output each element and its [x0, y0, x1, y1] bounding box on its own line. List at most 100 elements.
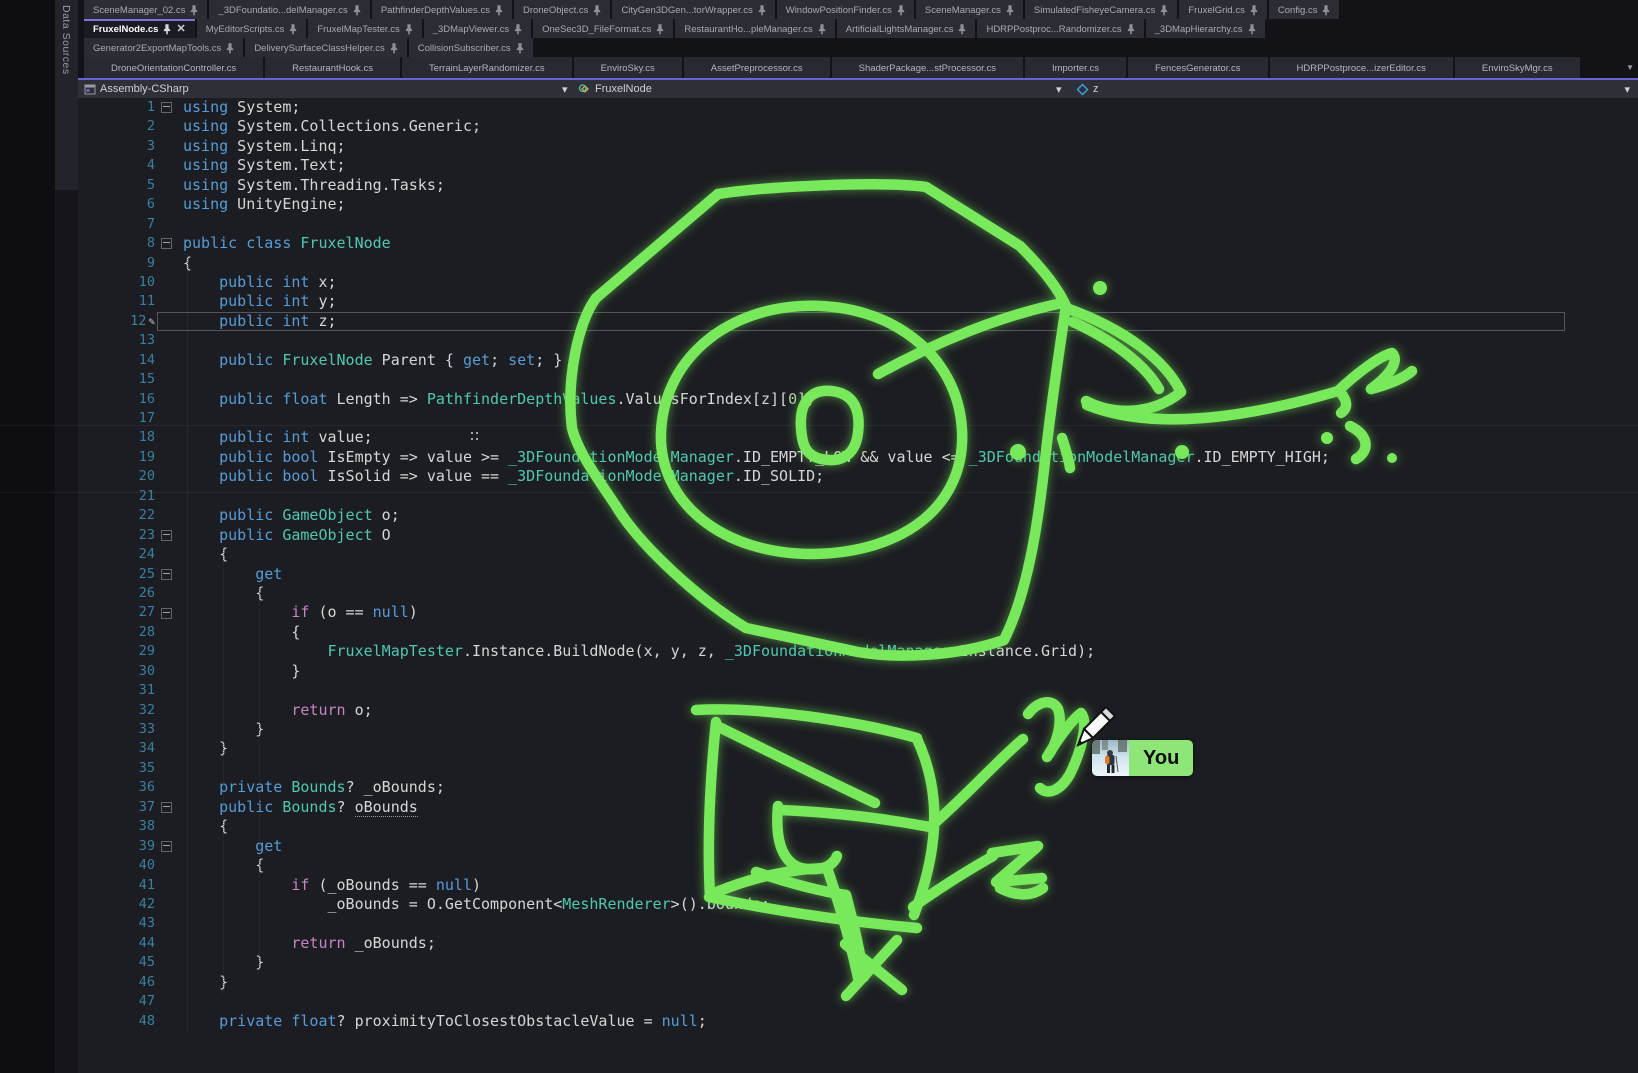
tab-hdrppostproce-izereditor-cs[interactable]: HDRPPostproce...izerEditor.cs: [1270, 57, 1453, 78]
code-line-45: 45 }: [78, 953, 1638, 972]
fold-column: [155, 759, 177, 778]
tab-fencesgenerator-cs[interactable]: FencesGenerator.cs: [1128, 57, 1268, 78]
fold-collapse-icon[interactable]: [161, 569, 172, 580]
tab-restaurantho-plemanager-cs[interactable]: RestaurantHo...pleManager.cs: [675, 19, 834, 38]
pin-icon[interactable]: [1248, 24, 1256, 35]
tab-fruxelgrid-cs[interactable]: FruxelGrid.cs: [1179, 0, 1266, 19]
code-text: [177, 409, 183, 428]
fold-column[interactable]: [155, 234, 177, 253]
tab-hdrppostproc-randomizer-cs[interactable]: HDRPPostproc...Randomizer.cs: [977, 19, 1143, 38]
tab-importer-cs[interactable]: Importer.cs: [1025, 57, 1126, 78]
tab-terrainlayerrandomizer-cs[interactable]: TerrainLayerRandomizer.cs: [402, 57, 572, 78]
pin-icon[interactable]: [1127, 24, 1135, 35]
tab-envirosky-cs[interactable]: EnviroSky.cs: [574, 57, 682, 78]
tab-generator2exportmaptools-cs[interactable]: Generator2ExportMapTools.cs: [84, 38, 243, 57]
pin-icon[interactable]: [1006, 5, 1014, 16]
code-text: FruxelMapTester.Instance.BuildNode(x, y,…: [177, 642, 1095, 661]
code-line-39: 39 get: [78, 837, 1638, 856]
fold-column[interactable]: [155, 603, 177, 622]
fold-collapse-icon[interactable]: [161, 802, 172, 813]
tab-_3dmaphierarchy-cs[interactable]: _3DMapHierarchy.cs: [1146, 19, 1265, 38]
fold-column[interactable]: [155, 565, 177, 584]
fold-column[interactable]: [155, 98, 177, 117]
fold-collapse-icon[interactable]: [161, 238, 172, 249]
fold-collapse-icon[interactable]: [161, 608, 172, 619]
pin-icon[interactable]: [758, 5, 766, 16]
tab-citygen3dgen-torwrapper-cs[interactable]: CityGen3DGen...torWrapper.cs: [612, 0, 774, 19]
code-editor[interactable]: 1using System;2using System.Collections.…: [78, 98, 1638, 1073]
tab-droneorientationcontroller-cs[interactable]: DroneOrientationController.cs: [84, 57, 263, 78]
pin-icon[interactable]: [897, 5, 905, 16]
code-text: get: [177, 565, 282, 584]
fold-column: [155, 506, 177, 525]
fold-collapse-icon[interactable]: [161, 841, 172, 852]
code-line-42: 42 _oBounds = O.GetComponent<MeshRendere…: [78, 895, 1638, 914]
tab-myeditorscripts-cs[interactable]: MyEditorScripts.cs: [197, 19, 307, 38]
navigation-bar-options-icon[interactable]: ▾: [1624, 80, 1630, 98]
code-text: {: [177, 817, 228, 836]
pin-icon[interactable]: [818, 24, 826, 35]
breadcrumb-type[interactable]: FruxelNode: [578, 80, 652, 98]
pin-icon[interactable]: [514, 24, 522, 35]
breadcrumb-project[interactable]: Assembly-CSharp: [84, 80, 189, 98]
tab-label: RestaurantHo...pleManager.cs: [684, 24, 812, 35]
close-icon[interactable]: ✕: [176, 24, 185, 35]
tab-_3dmapviewer-cs[interactable]: _3DMapViewer.cs: [424, 19, 531, 38]
pin-icon[interactable]: [516, 43, 524, 54]
pin-icon[interactable]: [1160, 5, 1168, 16]
pin-icon[interactable]: [1322, 5, 1330, 16]
pin-icon[interactable]: [226, 43, 234, 54]
pin-icon[interactable]: [353, 5, 361, 16]
pin-icon[interactable]: [163, 24, 171, 35]
pin-icon[interactable]: [1250, 5, 1258, 16]
breadcrumb-member[interactable]: z: [1076, 80, 1099, 98]
tab-label: SimulatedFisheyeCamera.cs: [1034, 5, 1155, 16]
tab-enviroskymgr-cs[interactable]: EnviroSkyMgr.cs: [1455, 57, 1580, 78]
tab-shaderpackage-stprocessor-cs[interactable]: ShaderPackage...stProcessor.cs: [832, 57, 1023, 78]
breadcrumb-project-dropdown[interactable]: ▾: [562, 80, 568, 98]
code-line-46: 46 }: [78, 973, 1638, 992]
pin-icon[interactable]: [656, 24, 664, 35]
pin-icon[interactable]: [190, 5, 198, 16]
fold-column[interactable]: [155, 526, 177, 545]
pin-icon[interactable]: [289, 24, 297, 35]
pin-icon[interactable]: [390, 43, 398, 54]
breadcrumb-type-dropdown[interactable]: ▾: [1056, 80, 1062, 98]
tab-scenemanager_02-cs[interactable]: SceneManager_02.cs: [84, 0, 207, 19]
fold-column: [155, 895, 177, 914]
tab-collisionsubscriber-cs[interactable]: CollisionSubscriber.cs: [409, 38, 533, 57]
fold-column[interactable]: [155, 837, 177, 856]
tab-scenemanager-cs[interactable]: SceneManager.cs: [916, 0, 1023, 19]
code-text: if (_oBounds == null): [177, 876, 481, 895]
tab-assetpreprocessor-cs[interactable]: AssetPreprocessor.cs: [684, 57, 830, 78]
tab-label: OneSec3D_FileFormat.cs: [542, 24, 651, 35]
tab-windowpositionfinder-cs[interactable]: WindowPositionFinder.cs: [777, 0, 914, 19]
fold-collapse-icon[interactable]: [161, 530, 172, 541]
data-sources-vertical-tab[interactable]: Data Sources: [55, 0, 78, 190]
tab-pathfinderdepthvalues-cs[interactable]: PathfinderDepthValues.cs: [372, 0, 512, 19]
code-text: }: [177, 953, 264, 972]
pin-icon[interactable]: [405, 24, 413, 35]
fold-column: [155, 195, 177, 214]
tab-fruxelmaptester-cs[interactable]: FruxelMapTester.cs: [308, 19, 421, 38]
tab-droneobject-cs[interactable]: DroneObject.cs: [514, 0, 610, 19]
line-number: 43: [78, 914, 155, 933]
tab-simulatedfisheyecamera-cs[interactable]: SimulatedFisheyeCamera.cs: [1025, 0, 1177, 19]
tab-restauranthook-cs[interactable]: RestaurantHook.cs: [265, 57, 400, 78]
fold-column[interactable]: [155, 798, 177, 817]
line-number: 13: [78, 331, 155, 350]
fold-collapse-icon[interactable]: [161, 102, 172, 113]
tab-_3dfoundatio-delmanager-cs[interactable]: _3DFoundatio...delManager.cs: [209, 0, 369, 19]
pin-icon[interactable]: [593, 5, 601, 16]
pin-icon[interactable]: [958, 24, 966, 35]
tab-list-overflow-button[interactable]: ▼: [1626, 63, 1634, 72]
pin-icon[interactable]: [495, 5, 503, 16]
line-number: 12✎: [78, 312, 155, 331]
line-number: 11: [78, 292, 155, 311]
tab-fruxelnode-cs[interactable]: FruxelNode.cs✕: [84, 19, 195, 38]
tab-config-cs[interactable]: Config.cs: [1269, 0, 1340, 19]
tab-artificiallightsmanager-cs[interactable]: ArtificialLightsManager.cs: [837, 19, 976, 38]
code-text: {: [177, 856, 264, 875]
tab-onesec3d_fileformat-cs[interactable]: OneSec3D_FileFormat.cs: [533, 19, 673, 38]
tab-deliverysurfaceclasshelper-cs[interactable]: DeliverySurfaceClassHelper.cs: [245, 38, 406, 57]
